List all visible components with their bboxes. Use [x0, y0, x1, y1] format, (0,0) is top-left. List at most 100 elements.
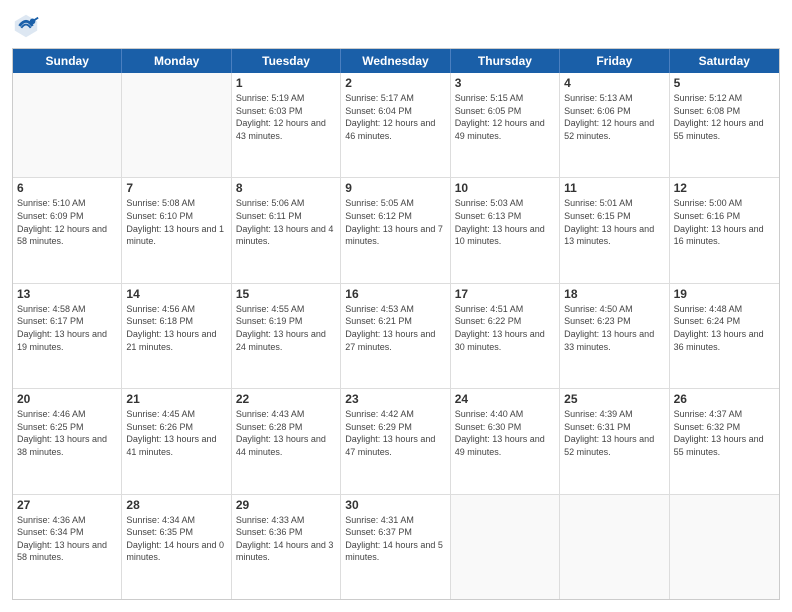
day-info: Sunrise: 5:06 AMSunset: 6:11 PMDaylight:…	[236, 197, 336, 247]
calendar-day-19: 19 Sunrise: 4:48 AMSunset: 6:24 PMDayligh…	[670, 284, 779, 388]
day-info: Sunrise: 5:00 AMSunset: 6:16 PMDaylight:…	[674, 197, 775, 247]
day-info: Sunrise: 4:50 AMSunset: 6:23 PMDaylight:…	[564, 303, 664, 353]
day-info: Sunrise: 4:31 AMSunset: 6:37 PMDaylight:…	[345, 514, 445, 564]
day-info: Sunrise: 4:45 AMSunset: 6:26 PMDaylight:…	[126, 408, 226, 458]
day-info: Sunrise: 5:12 AMSunset: 6:08 PMDaylight:…	[674, 92, 775, 142]
calendar-day-1: 1 Sunrise: 5:19 AMSunset: 6:03 PMDaylight…	[232, 73, 341, 177]
calendar-empty-cell	[122, 73, 231, 177]
calendar-day-12: 12Sunrise: 5:00 AMSunset: 6:16 PMDayligh…	[670, 178, 779, 282]
day-number: 15	[236, 287, 336, 301]
day-info: Sunrise: 4:37 AMSunset: 6:32 PMDaylight:…	[674, 408, 775, 458]
day-info: Sunrise: 4:34 AMSunset: 6:35 PMDaylight:…	[126, 514, 226, 564]
calendar-day-18: 18 Sunrise: 4:50 AMSunset: 6:23 PMDayligh…	[560, 284, 669, 388]
day-number: 21	[126, 392, 226, 406]
day-info: Sunrise: 5:03 AMSunset: 6:13 PMDaylight:…	[455, 197, 555, 247]
day-info: Sunrise: 5:19 AMSunset: 6:03 PMDaylight:…	[236, 92, 336, 142]
logo	[12, 12, 44, 40]
day-number: 29	[236, 498, 336, 512]
day-number: 20	[17, 392, 117, 406]
calendar-day-23: 23 Sunrise: 4:42 AMSunset: 6:29 PMDayligh…	[341, 389, 450, 493]
weekday-header-monday: Monday	[122, 49, 231, 73]
calendar-day-8: 8 Sunrise: 5:06 AMSunset: 6:11 PMDaylight…	[232, 178, 341, 282]
day-info: Sunrise: 4:36 AMSunset: 6:34 PMDaylight:…	[17, 514, 117, 564]
calendar-body: 1 Sunrise: 5:19 AMSunset: 6:03 PMDaylight…	[13, 73, 779, 599]
calendar-week-5: 27 Sunrise: 4:36 AMSunset: 6:34 PMDayligh…	[13, 495, 779, 599]
day-info: Sunrise: 4:46 AMSunset: 6:25 PMDaylight:…	[17, 408, 117, 458]
calendar-day-28: 28 Sunrise: 4:34 AMSunset: 6:35 PMDayligh…	[122, 495, 231, 599]
day-info: Sunrise: 4:42 AMSunset: 6:29 PMDaylight:…	[345, 408, 445, 458]
day-number: 1	[236, 76, 336, 90]
day-number: 17	[455, 287, 555, 301]
day-number: 5	[674, 76, 775, 90]
day-info: Sunrise: 5:13 AMSunset: 6:06 PMDaylight:…	[564, 92, 664, 142]
calendar-day-27: 27 Sunrise: 4:36 AMSunset: 6:34 PMDayligh…	[13, 495, 122, 599]
day-number: 18	[564, 287, 664, 301]
calendar-day-25: 25 Sunrise: 4:39 AMSunset: 6:31 PMDayligh…	[560, 389, 669, 493]
calendar-day-17: 17Sunrise: 4:51 AMSunset: 6:22 PMDayligh…	[451, 284, 560, 388]
calendar-day-2: 2Sunrise: 5:17 AMSunset: 6:04 PMDaylight…	[341, 73, 450, 177]
day-number: 22	[236, 392, 336, 406]
calendar-week-2: 6 Sunrise: 5:10 AMSunset: 6:09 PMDaylight…	[13, 178, 779, 283]
weekday-header-friday: Friday	[560, 49, 669, 73]
logo-icon	[12, 12, 40, 40]
calendar-day-29: 29Sunrise: 4:33 AMSunset: 6:36 PMDayligh…	[232, 495, 341, 599]
day-number: 30	[345, 498, 445, 512]
weekday-header-sunday: Sunday	[13, 49, 122, 73]
calendar-week-3: 13 Sunrise: 4:58 AMSunset: 6:17 PMDayligh…	[13, 284, 779, 389]
day-number: 13	[17, 287, 117, 301]
day-info: Sunrise: 4:48 AMSunset: 6:24 PMDaylight:…	[674, 303, 775, 353]
day-number: 4	[564, 76, 664, 90]
calendar-page: SundayMondayTuesdayWednesdayThursdayFrid…	[0, 0, 792, 612]
day-number: 14	[126, 287, 226, 301]
day-info: Sunrise: 5:10 AMSunset: 6:09 PMDaylight:…	[17, 197, 117, 247]
day-number: 16	[345, 287, 445, 301]
day-info: Sunrise: 5:17 AMSunset: 6:04 PMDaylight:…	[345, 92, 445, 142]
calendar-empty-cell	[13, 73, 122, 177]
day-info: Sunrise: 4:53 AMSunset: 6:21 PMDaylight:…	[345, 303, 445, 353]
day-number: 25	[564, 392, 664, 406]
day-info: Sunrise: 4:58 AMSunset: 6:17 PMDaylight:…	[17, 303, 117, 353]
calendar-day-21: 21 Sunrise: 4:45 AMSunset: 6:26 PMDayligh…	[122, 389, 231, 493]
calendar-day-14: 14 Sunrise: 4:56 AMSunset: 6:18 PMDayligh…	[122, 284, 231, 388]
calendar-day-30: 30 Sunrise: 4:31 AMSunset: 6:37 PMDayligh…	[341, 495, 450, 599]
calendar-day-22: 22 Sunrise: 4:43 AMSunset: 6:28 PMDayligh…	[232, 389, 341, 493]
day-number: 10	[455, 181, 555, 195]
page-header	[12, 12, 780, 40]
day-info: Sunrise: 5:08 AMSunset: 6:10 PMDaylight:…	[126, 197, 226, 247]
calendar: SundayMondayTuesdayWednesdayThursdayFrid…	[12, 48, 780, 600]
day-number: 27	[17, 498, 117, 512]
day-number: 19	[674, 287, 775, 301]
day-number: 28	[126, 498, 226, 512]
day-info: Sunrise: 4:39 AMSunset: 6:31 PMDaylight:…	[564, 408, 664, 458]
calendar-header: SundayMondayTuesdayWednesdayThursdayFrid…	[13, 49, 779, 73]
weekday-header-thursday: Thursday	[451, 49, 560, 73]
weekday-header-saturday: Saturday	[670, 49, 779, 73]
day-number: 11	[564, 181, 664, 195]
calendar-day-11: 11 Sunrise: 5:01 AMSunset: 6:15 PMDayligh…	[560, 178, 669, 282]
calendar-empty-cell	[560, 495, 669, 599]
day-number: 3	[455, 76, 555, 90]
day-info: Sunrise: 4:40 AMSunset: 6:30 PMDaylight:…	[455, 408, 555, 458]
calendar-empty-cell	[670, 495, 779, 599]
weekday-header-tuesday: Tuesday	[232, 49, 341, 73]
calendar-day-7: 7Sunrise: 5:08 AMSunset: 6:10 PMDaylight…	[122, 178, 231, 282]
day-number: 6	[17, 181, 117, 195]
day-info: Sunrise: 4:56 AMSunset: 6:18 PMDaylight:…	[126, 303, 226, 353]
day-info: Sunrise: 5:05 AMSunset: 6:12 PMDaylight:…	[345, 197, 445, 247]
calendar-day-15: 15 Sunrise: 4:55 AMSunset: 6:19 PMDayligh…	[232, 284, 341, 388]
day-number: 8	[236, 181, 336, 195]
day-number: 9	[345, 181, 445, 195]
day-info: Sunrise: 4:43 AMSunset: 6:28 PMDaylight:…	[236, 408, 336, 458]
calendar-day-10: 10 Sunrise: 5:03 AMSunset: 6:13 PMDayligh…	[451, 178, 560, 282]
calendar-day-16: 16 Sunrise: 4:53 AMSunset: 6:21 PMDayligh…	[341, 284, 450, 388]
day-number: 26	[674, 392, 775, 406]
calendar-day-20: 20 Sunrise: 4:46 AMSunset: 6:25 PMDayligh…	[13, 389, 122, 493]
calendar-empty-cell	[451, 495, 560, 599]
calendar-week-1: 1 Sunrise: 5:19 AMSunset: 6:03 PMDaylight…	[13, 73, 779, 178]
calendar-day-6: 6 Sunrise: 5:10 AMSunset: 6:09 PMDaylight…	[13, 178, 122, 282]
calendar-week-4: 20 Sunrise: 4:46 AMSunset: 6:25 PMDayligh…	[13, 389, 779, 494]
day-info: Sunrise: 5:01 AMSunset: 6:15 PMDaylight:…	[564, 197, 664, 247]
day-info: Sunrise: 4:55 AMSunset: 6:19 PMDaylight:…	[236, 303, 336, 353]
day-number: 23	[345, 392, 445, 406]
calendar-day-9: 9 Sunrise: 5:05 AMSunset: 6:12 PMDaylight…	[341, 178, 450, 282]
